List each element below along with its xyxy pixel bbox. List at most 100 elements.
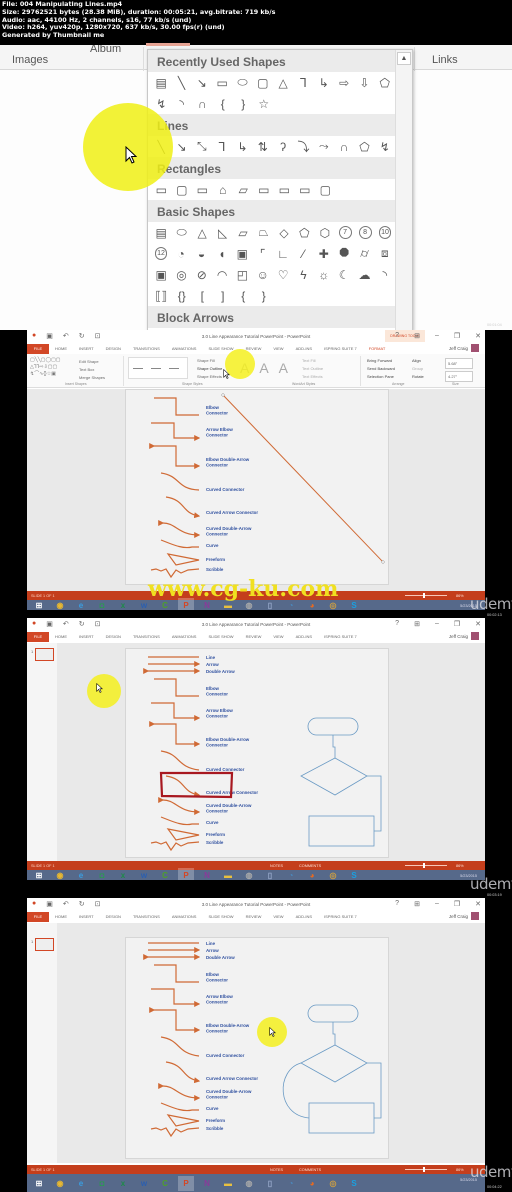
zoom-slider-knob[interactable] xyxy=(423,1167,425,1172)
taskbar-onenote-icon[interactable]: N xyxy=(199,1176,215,1191)
slide-thumbnail[interactable] xyxy=(35,938,54,951)
half-frame-icon[interactable]: ⌜ xyxy=(252,245,272,263)
folded-corner-icon[interactable]: ◰ xyxy=(232,266,252,284)
tab-ispring[interactable]: ISPRING SUITE 7 xyxy=(318,346,363,351)
restore-icon[interactable]: ❐ xyxy=(454,900,460,908)
text-outline-button[interactable]: Text Outline xyxy=(302,365,323,373)
tab-file[interactable]: FILE xyxy=(27,911,49,922)
slide[interactable]: Line Arrow Double Arrow Elbow Connector Arrow… xyxy=(125,648,389,858)
tab-home[interactable]: HOME xyxy=(49,914,73,919)
hexagon-icon[interactable]: ⬡ xyxy=(315,224,335,242)
minimize-icon[interactable]: – xyxy=(435,900,439,908)
sun-icon[interactable]: ☼ xyxy=(314,266,334,284)
snip-diagonal-icon[interactable]: ▱ xyxy=(233,181,254,199)
can-icon[interactable]: ⌭ xyxy=(354,245,374,263)
double-bracket-icon[interactable]: ⟦⟧ xyxy=(151,287,172,305)
taskbar-firefox-icon[interactable]: ◕ xyxy=(304,868,320,881)
parallelogram-icon[interactable]: ▱ xyxy=(233,224,253,242)
text-box-button[interactable]: Text Box xyxy=(79,366,105,374)
snip-single-corner-icon[interactable]: ▭ xyxy=(192,181,213,199)
slide[interactable]: Elbow Connector Arrow Elbow Connector Elbow … xyxy=(125,389,389,585)
tab-design[interactable]: DESIGN xyxy=(100,634,127,639)
taskbar-camtasia-icon[interactable]: C xyxy=(157,1176,173,1191)
tab-home[interactable]: HOME xyxy=(49,346,73,351)
send-backward-button[interactable]: Send Backward xyxy=(367,365,395,373)
tab-transitions[interactable]: TRANSITIONS xyxy=(127,346,166,351)
curved-arrow-connector-icon[interactable]: ⤵ xyxy=(293,138,313,156)
ribbon-options-icon[interactable]: ⊞ xyxy=(414,900,420,908)
taskbar-file-explorer-icon[interactable]: ▬ xyxy=(220,868,236,881)
right-bracket-icon[interactable]: ] xyxy=(213,287,234,305)
tab-design[interactable]: DESIGN xyxy=(100,914,127,919)
scroll-up-button[interactable]: ▲ xyxy=(397,52,411,65)
tab-format[interactable]: FORMAT xyxy=(363,346,392,351)
edit-shape-button[interactable]: Edit Shape xyxy=(79,358,105,366)
oval-icon[interactable]: ⬭ xyxy=(171,224,191,242)
taskbar-chrome-icon[interactable]: ◉ xyxy=(52,868,68,881)
tab-animations[interactable]: ANIMATIONS xyxy=(166,346,203,351)
user-account[interactable]: Jeff Craig xyxy=(449,344,479,352)
minimize-icon[interactable]: – xyxy=(435,332,439,340)
snip-round-single-icon[interactable]: ▭ xyxy=(254,181,275,199)
restore-icon[interactable]: ❐ xyxy=(454,620,460,628)
tab-transitions[interactable]: TRANSITIONS xyxy=(127,914,166,919)
tab-add-ins[interactable]: ADD-INS xyxy=(290,346,318,351)
tab-transitions[interactable]: TRANSITIONS xyxy=(127,634,166,639)
taskbar-onenote-icon[interactable]: N xyxy=(199,868,215,881)
moon-icon[interactable]: ☾ xyxy=(334,266,354,284)
rectangle-icon[interactable]: ▭ xyxy=(151,181,172,199)
tab-view[interactable]: VIEW xyxy=(267,914,289,919)
tab-animations[interactable]: ANIMATIONS xyxy=(166,914,203,919)
arrow-icon[interactable]: ↘ xyxy=(192,74,212,92)
right-arrow-icon[interactable]: ⇨ xyxy=(334,74,354,92)
shapes-gallery-dropdown[interactable]: Recently Used Shapes ▤ ╲ ↘ ▭ ⬭ ▢ △ ⅂ ↳ ⇨ ⇩ ⬠ ↯ ◝ ∩{} ☆ Li… xyxy=(147,49,413,330)
arc-icon[interactable]: ◝ xyxy=(375,266,395,284)
elbow-connector-icon[interactable]: ⅂ xyxy=(212,138,232,156)
rectangle-icon[interactable]: ▭ xyxy=(212,74,232,92)
tab-home[interactable]: HOME xyxy=(49,634,73,639)
taskbar-excel-icon[interactable]: x xyxy=(115,598,131,611)
star-icon[interactable]: ☆ xyxy=(254,95,275,113)
donut-icon[interactable]: ◎ xyxy=(171,266,191,284)
taskbar-notepad-icon[interactable]: ▯ xyxy=(262,868,278,881)
right-brace-icon[interactable]: } xyxy=(233,95,254,113)
snip-rectangle-icon[interactable]: ⬠ xyxy=(375,74,395,92)
taskbar-app-3-icon[interactable]: ◎ xyxy=(325,868,341,881)
curve-icon[interactable]: ∩ xyxy=(334,138,354,156)
tab-file[interactable]: FILE xyxy=(27,631,49,642)
ribbon-options-icon[interactable]: ⊞ xyxy=(414,332,420,340)
taskbar-store-icon[interactable]: ◘ xyxy=(94,1176,110,1191)
elbow-connector-icon[interactable]: ⅂ xyxy=(293,74,313,92)
tab-ispring[interactable]: ISPRING SUITE 7 xyxy=(318,634,363,639)
elbow-arrow-connector-icon[interactable]: ↳ xyxy=(314,74,334,92)
right-triangle-icon[interactable]: ◺ xyxy=(212,224,232,242)
octagon-icon[interactable]: 8 xyxy=(358,226,372,239)
align-button[interactable]: Align xyxy=(412,357,424,365)
taskbar-app-1-icon[interactable]: ◍ xyxy=(241,868,257,881)
heart-icon[interactable]: ♡ xyxy=(273,266,293,284)
taskbar-excel-icon[interactable]: x xyxy=(115,868,131,881)
user-account[interactable]: Jeff Craig xyxy=(449,632,479,640)
minimize-icon[interactable]: – xyxy=(435,620,439,628)
cross-icon[interactable]: ✚ xyxy=(314,245,334,263)
tab-design[interactable]: DESIGN xyxy=(100,346,127,351)
text-effects-button[interactable]: Text Effects xyxy=(302,373,323,381)
shape-height-input[interactable]: 5.68" xyxy=(445,358,473,369)
taskbar-app-1-icon[interactable]: ◍ xyxy=(241,1176,257,1191)
group-button[interactable]: Group xyxy=(412,365,424,373)
taskbar-skype-icon[interactable]: S xyxy=(346,598,362,611)
rounded-rectangle-icon[interactable]: ▢ xyxy=(172,181,193,199)
pentagon-icon[interactable]: ⬠ xyxy=(294,224,314,242)
taskbar-app-2-icon[interactable]: ◔ xyxy=(283,1176,299,1191)
taskbar-notepad-icon[interactable]: ▯ xyxy=(262,1176,278,1191)
shape-effects-button[interactable]: Shape Effects xyxy=(197,373,222,381)
bring-forward-button[interactable]: Bring Forward xyxy=(367,357,395,365)
taskbar-chrome-icon[interactable]: ◉ xyxy=(52,1176,68,1191)
taskbar-word-icon[interactable]: w xyxy=(136,868,152,881)
tab-review[interactable]: REVIEW xyxy=(240,634,268,639)
chord-icon[interactable]: ◒ xyxy=(191,245,211,263)
slide-thumbnail[interactable] xyxy=(35,648,54,661)
tab-add-ins[interactable]: ADD-INS xyxy=(290,914,318,919)
taskbar-camtasia-icon[interactable]: C xyxy=(157,868,173,881)
zoom-slider-knob[interactable] xyxy=(423,593,425,598)
